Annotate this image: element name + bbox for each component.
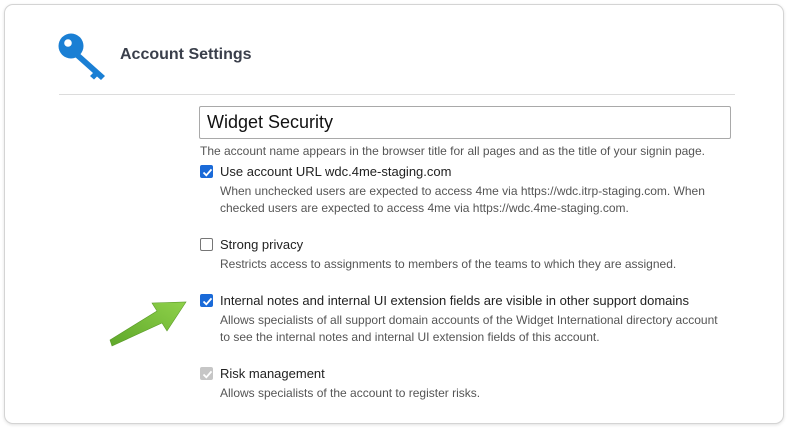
use-account-url-checkbox[interactable] [200, 165, 213, 178]
use-account-url-description: When unchecked users are expected to acc… [220, 184, 705, 215]
risk-management-label: Risk management [220, 366, 325, 381]
use-account-url-label[interactable]: Use account URL wdc.4me-staging.com [220, 164, 451, 179]
checkmark-icon [202, 297, 213, 306]
page-title: Account Settings [120, 46, 252, 63]
internal-notes-visible-label[interactable]: Internal notes and internal UI extension… [220, 293, 689, 308]
internal-notes-visible-description: Allows specialists of all support domain… [220, 313, 718, 344]
risk-management-description: Allows specialists of the account to reg… [220, 386, 481, 400]
strong-privacy-description: Restricts access to assignments to membe… [220, 257, 677, 271]
key-icon [58, 33, 105, 80]
account-name-input[interactable] [199, 106, 731, 139]
checkmark-icon [202, 370, 213, 379]
strong-privacy-checkbox[interactable] [200, 238, 213, 251]
green-arrow-icon [109, 301, 187, 347]
strong-privacy-label[interactable]: Strong privacy [220, 237, 303, 252]
header-divider [59, 94, 735, 95]
account-name-hint: The account name appears in the browser … [200, 144, 705, 158]
risk-management-checkbox [200, 367, 213, 380]
checkmark-icon [202, 168, 213, 177]
internal-notes-visible-checkbox[interactable] [200, 294, 213, 307]
